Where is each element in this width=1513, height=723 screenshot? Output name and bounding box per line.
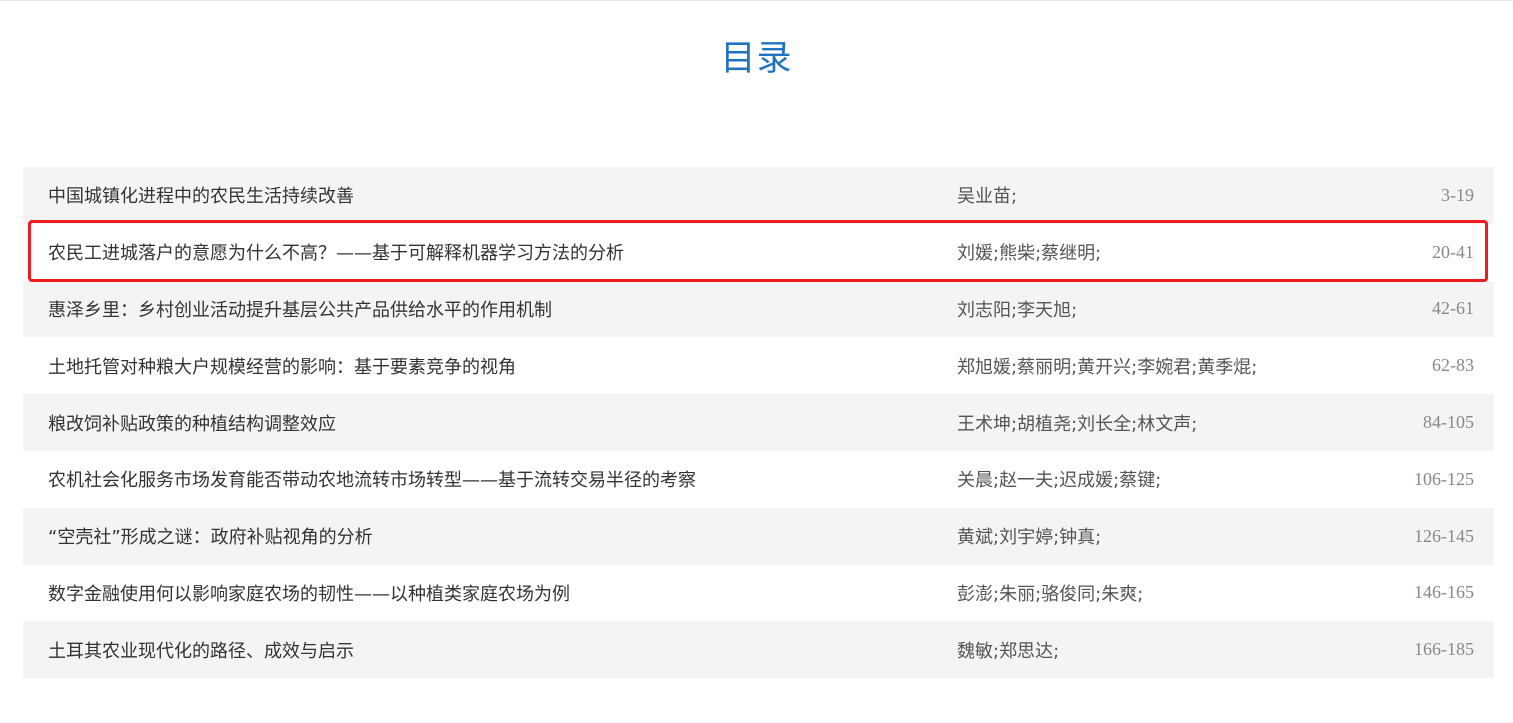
toc-row[interactable]: 惠泽乡里：乡村创业活动提升基层公共产品供给水平的作用机制 刘志阳;李天旭; 42… [23, 280, 1494, 338]
top-divider [0, 0, 1513, 1]
article-authors: 刘志阳;李天旭; [957, 299, 1078, 321]
table-of-contents: 中国城镇化进程中的农民生活持续改善 吴业苗; 3-19 农民工进城落户的意愿为什… [23, 167, 1494, 679]
article-title-link[interactable]: 数字金融使用何以影响家庭农场的韧性——以种植类家庭农场为例 [48, 565, 570, 622]
article-pages: 84-105 [1423, 412, 1474, 433]
toc-row[interactable]: “空壳社”形成之谜：政府补贴视角的分析 黄斌;刘宇婷;钟真; 126-145 [23, 507, 1494, 565]
toc-row[interactable]: 土地托管对种粮大户规模经营的影响：基于要素竞争的视角 郑旭媛;蔡丽明;黄开兴;李… [23, 337, 1494, 395]
article-authors: 郑旭媛;蔡丽明;黄开兴;李婉君;黄季焜; [957, 356, 1258, 378]
article-pages: 146-165 [1414, 582, 1474, 603]
article-pages: 62-83 [1432, 355, 1474, 376]
article-title-link[interactable]: “空壳社”形成之谜：政府补贴视角的分析 [48, 508, 373, 565]
toc-row[interactable]: 农民工进城落户的意愿为什么不高？——基于可解释机器学习方法的分析 刘媛;熊柴;蔡… [23, 223, 1494, 281]
article-authors: 黄斌;刘宇婷;钟真; [957, 527, 1102, 549]
article-authors: 魏敏;郑思达; [957, 640, 1060, 662]
article-pages: 106-125 [1414, 468, 1474, 489]
toc-row[interactable]: 农机社会化服务市场发育能否带动农地流转市场转型——基于流转交易半径的考察 关晨;… [23, 450, 1494, 508]
article-title-link[interactable]: 农民工进城落户的意愿为什么不高？——基于可解释机器学习方法的分析 [48, 224, 624, 281]
article-pages: 20-41 [1432, 241, 1474, 262]
article-authors: 关晨;赵一夫;迟成媛;蔡键; [957, 470, 1162, 492]
article-title-link[interactable]: 中国城镇化进程中的农民生活持续改善 [48, 167, 354, 224]
article-authors: 吴业苗; [957, 186, 1018, 208]
article-pages: 3-19 [1441, 184, 1474, 205]
article-pages: 166-185 [1414, 639, 1474, 660]
toc-row[interactable]: 数字金融使用何以影响家庭农场的韧性——以种植类家庭农场为例 彭澎;朱丽;骆俊同;… [23, 564, 1494, 622]
article-authors: 彭澎;朱丽;骆俊同;朱爽; [957, 583, 1144, 605]
toc-row[interactable]: 中国城镇化进程中的农民生活持续改善 吴业苗; 3-19 [23, 167, 1494, 224]
article-title-link[interactable]: 土地托管对种粮大户规模经营的影响：基于要素竞争的视角 [48, 337, 516, 394]
article-title-link[interactable]: 粮改饲补贴政策的种植结构调整效应 [48, 394, 336, 451]
article-title-link[interactable]: 惠泽乡里：乡村创业活动提升基层公共产品供给水平的作用机制 [48, 281, 552, 338]
toc-row[interactable]: 粮改饲补贴政策的种植结构调整效应 王术坤;胡植尧;刘长全;林文声; 84-105 [23, 394, 1494, 451]
article-title-link[interactable]: 农机社会化服务市场发育能否带动农地流转市场转型——基于流转交易半径的考察 [48, 451, 696, 508]
article-pages: 126-145 [1414, 525, 1474, 546]
article-authors: 刘媛;熊柴;蔡继明; [957, 243, 1102, 265]
toc-row[interactable]: 土耳其农业现代化的路径、成效与启示 魏敏;郑思达; 166-185 [23, 621, 1494, 679]
article-pages: 42-61 [1432, 298, 1474, 319]
article-authors: 王术坤;胡植尧;刘长全;林文声; [957, 413, 1198, 435]
page-title: 目录 [720, 39, 793, 79]
article-title-link[interactable]: 土耳其农业现代化的路径、成效与启示 [48, 621, 354, 678]
